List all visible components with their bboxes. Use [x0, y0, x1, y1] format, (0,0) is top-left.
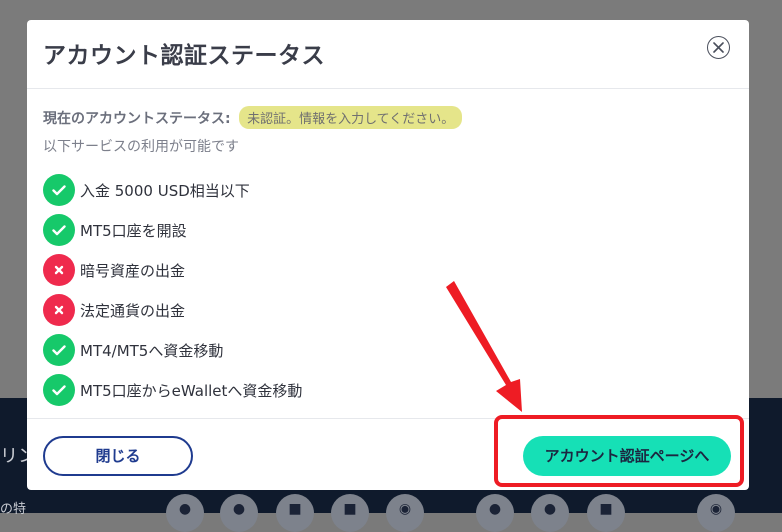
check-icon	[43, 374, 75, 406]
close-icon	[713, 42, 724, 53]
verification-page-button[interactable]: アカウント認証ページへ	[523, 436, 731, 476]
windows-icon[interactable]: ■	[276, 494, 314, 532]
service-item-open-mt5: MT5口座を開設	[43, 210, 302, 250]
service-list: 入金 5000 USD相当以下 MT5口座を開設 暗号資産の出金 法定通貨の出金…	[43, 170, 302, 410]
service-item-transfer-to-ewallet: MT5口座からeWalletへ資金移動	[43, 370, 302, 410]
service-item-deposit: 入金 5000 USD相当以下	[43, 170, 302, 210]
services-note: 以下サービスの利用が可能です	[43, 139, 239, 155]
close-button[interactable]: 閉じる	[43, 436, 193, 476]
apple-icon[interactable]: ●	[531, 494, 569, 532]
status-badge: 未認証。情報を入力してください。	[239, 106, 463, 129]
service-item-fiat-withdrawal: 法定通貨の出金	[43, 290, 302, 330]
check-icon	[43, 174, 75, 206]
modal-title: アカウント認証ステータス	[43, 43, 325, 69]
service-item-transfer-to-mt: MT4/MT5へ資金移動	[43, 330, 302, 370]
web-icon[interactable]: ◉	[386, 494, 424, 532]
android-icon[interactable]: ●	[166, 494, 204, 532]
service-label: MT5口座を開設	[80, 221, 187, 240]
web-icon[interactable]: ◉	[697, 494, 735, 532]
account-status-modal: アカウント認証ステータス 現在のアカウントステータス: 未認証。情報を入力してく…	[27, 20, 749, 490]
check-icon	[43, 334, 75, 366]
windows-icon[interactable]: ■	[331, 494, 369, 532]
apple-icon[interactable]: ●	[220, 494, 258, 532]
service-label: MT4/MT5へ資金移動	[80, 341, 224, 360]
footer-caption-text: の特	[0, 502, 27, 517]
check-icon	[43, 214, 75, 246]
cross-icon	[43, 254, 75, 286]
close-icon-button[interactable]	[707, 36, 730, 59]
windows-icon[interactable]: ■	[587, 494, 625, 532]
service-label: 入金 5000 USD相当以下	[80, 181, 250, 200]
modal-header: アカウント認証ステータス	[27, 20, 749, 89]
service-label: MT5口座からeWalletへ資金移動	[80, 381, 303, 400]
android-icon[interactable]: ●	[476, 494, 514, 532]
cross-icon	[43, 294, 75, 326]
status-label: 現在のアカウントステータス:	[43, 111, 231, 127]
service-label: 法定通貨の出金	[80, 301, 186, 320]
account-status-line: 現在のアカウントステータス: 未認証。情報を入力してください。	[43, 106, 463, 129]
service-label: 暗号資産の出金	[80, 261, 186, 280]
service-item-crypto-withdrawal: 暗号資産の出金	[43, 250, 302, 290]
